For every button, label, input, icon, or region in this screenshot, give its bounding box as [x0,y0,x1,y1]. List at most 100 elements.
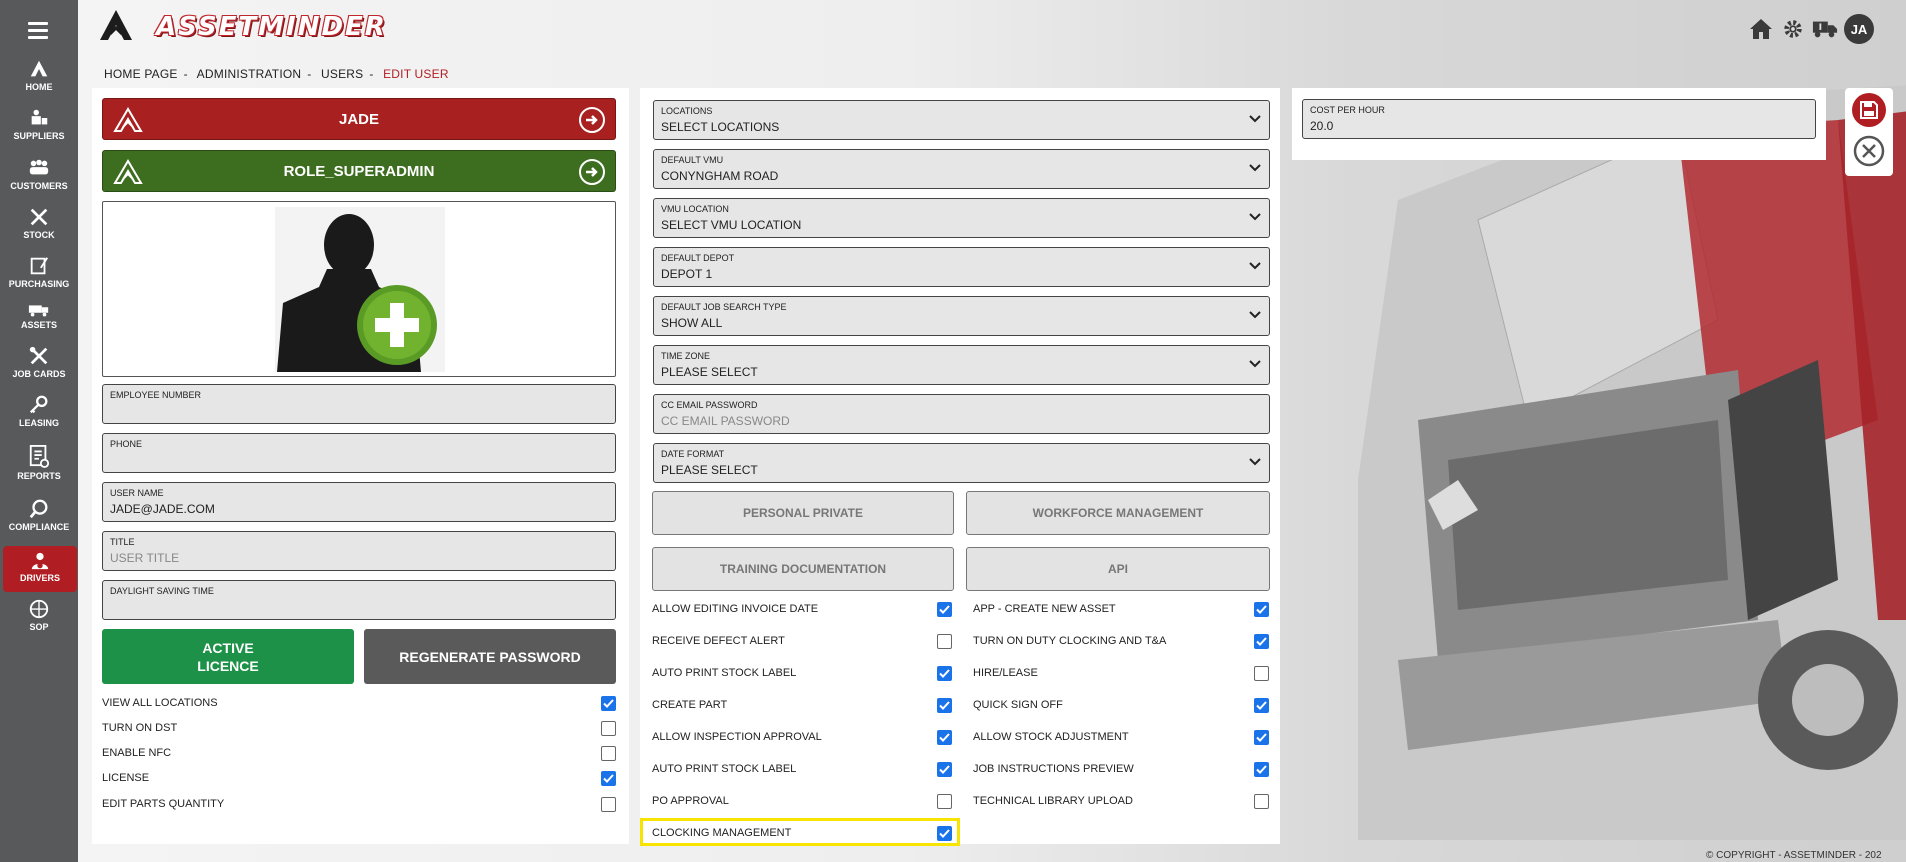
check-row-allow-editing-invoice-date: ALLOW EDITING INVOICE DATE [652,599,952,619]
field-label: TITLE [110,537,135,547]
sop-icon [29,599,49,619]
date-format-select[interactable]: DATE FORMAT PLEASE SELECT [653,443,1270,483]
default-depot-select[interactable]: DEFAULT DEPOT DEPOT 1 [653,247,1270,287]
sidebar-item-sop[interactable]: SOP [0,598,78,632]
gear-icon[interactable] [1780,16,1806,42]
user-role-banner[interactable]: ROLE_SUPERADMIN [102,150,616,192]
field-value: SHOW ALL [661,316,723,330]
check-row-turn-on-duty-clocking: TURN ON DUTY CLOCKING AND T&A [973,631,1269,651]
active-licence-button[interactable]: ACTIVE LICENCE [102,629,354,684]
checkbox[interactable] [601,695,616,711]
title-field[interactable]: TITLE USER TITLE [102,531,616,571]
breadcrumb: HOME PAGE - ADMINISTRATION - USERS - EDIT U… [104,67,449,81]
stock-icon [30,208,48,226]
sidebar-item-home[interactable]: HOME [0,58,78,92]
time-zone-select[interactable]: TIME ZONE PLEASE SELECT [653,345,1270,385]
sidebar-item-suppliers[interactable]: SUPPLIERS [0,107,78,141]
cost-panel: COST PER HOUR 20.0 [1292,88,1826,160]
breadcrumb-home[interactable]: HOME PAGE [104,67,178,81]
sidebar-item-customers[interactable]: CUSTOMERS [0,157,78,191]
sidebar-item-assets[interactable]: ASSETS [0,302,78,330]
save-button[interactable] [1852,93,1886,127]
training-documentation-button[interactable]: TRAINING DOCUMENTATION [652,547,954,591]
sidebar-item-purchasing[interactable]: PURCHASING [0,255,78,289]
logo-mark-icon [100,10,132,40]
checkbox[interactable] [601,796,616,812]
field-label: VMU LOCATION [661,204,729,214]
save-icon [1860,101,1878,119]
button-label-line1: ACTIVE [202,639,254,656]
profile-photo-upload[interactable] [102,201,616,377]
vmu-location-select[interactable]: VMU LOCATION SELECT VMU LOCATION [653,198,1270,238]
checkbox[interactable] [601,745,616,761]
check-label: TECHNICAL LIBRARY UPLOAD [973,795,1133,807]
checkbox[interactable] [1254,793,1269,809]
sidebar-item-label: CUSTOMERS [10,181,68,191]
field-value: PLEASE SELECT [661,365,758,379]
checkbox[interactable] [1254,761,1269,777]
truck-image [1358,85,1906,840]
user-name-banner[interactable]: JADE [102,98,616,140]
checkbox[interactable] [937,665,952,681]
check-row-app-create-new-asset: APP - CREATE NEW ASSET [973,599,1269,619]
checkbox[interactable] [1254,601,1269,617]
field-placeholder: USER TITLE [110,551,180,565]
check-row-enable-nfc: ENABLE NFC [102,743,616,763]
regenerate-password-button[interactable]: REGENERATE PASSWORD [364,629,616,684]
breadcrumb-administration[interactable]: ADMINISTRATION [197,67,302,81]
phone-field[interactable]: PHONE [102,433,616,473]
field-value: SELECT LOCATIONS [661,120,780,134]
sidebar-item-drivers[interactable]: DRIVERS [3,546,77,592]
truck-info-icon[interactable] [1812,16,1838,42]
job-cards-icon [29,346,48,365]
checkbox[interactable] [937,729,952,745]
user-avatar[interactable]: JA [1844,14,1874,44]
arrow-right-icon[interactable] [579,107,605,133]
home-icon[interactable] [1748,16,1774,42]
check-row-allow-stock-adjustment: ALLOW STOCK ADJUSTMENT [973,727,1269,747]
sidebar-item-compliance[interactable]: COMPLIANCE [0,498,78,532]
checkbox[interactable] [1254,633,1269,649]
checkbox[interactable] [937,633,952,649]
workforce-management-button[interactable]: WORKFORCE MANAGEMENT [966,491,1270,535]
check-row-view-all-locations: VIEW ALL LOCATIONS [102,693,616,713]
sidebar-item-stock[interactable]: STOCK [0,206,78,240]
default-vmu-select[interactable]: DEFAULT VMU CONYNGHAM ROAD [653,149,1270,189]
cost-per-hour-field[interactable]: COST PER HOUR 20.0 [1302,99,1816,139]
checkbox[interactable] [601,770,616,786]
breadcrumb-users[interactable]: USERS [321,67,363,81]
user-name-field[interactable]: USER NAME JADE@JADE.COM [102,482,616,522]
sidebar-item-job-cards[interactable]: JOB CARDS [0,345,78,379]
field-label: LOCATIONS [661,106,713,116]
daylight-saving-time-field[interactable]: DAYLIGHT SAVING TIME [102,580,616,620]
checkbox[interactable] [937,601,952,617]
arrow-right-icon[interactable] [579,159,605,185]
checkbox[interactable] [1254,665,1269,681]
checkbox[interactable] [1254,697,1269,713]
employee-number-field[interactable]: EMPLOYEE NUMBER [102,384,616,424]
check-label: LICENSE [102,772,150,784]
default-job-search-type-select[interactable]: DEFAULT JOB SEARCH TYPE SHOW ALL [653,296,1270,336]
check-row-auto-print-stock-label: AUTO PRINT STOCK LABEL [652,663,952,683]
checkbox[interactable] [601,720,616,736]
checkbox[interactable] [937,793,952,809]
sidebar-item-label: ASSETS [20,320,57,330]
locations-select[interactable]: LOCATIONS SELECT LOCATIONS [653,100,1270,140]
cancel-button[interactable] [1852,134,1886,168]
check-label: JOB INSTRUCTIONS PREVIEW [973,763,1134,775]
api-button[interactable]: API [966,547,1270,591]
logo-text: ASSETMINDER [156,12,387,42]
chevron-down-icon [1249,311,1261,319]
close-icon [1853,135,1885,167]
checkbox[interactable] [1254,729,1269,745]
checkbox[interactable] [937,697,952,713]
sidebar-item-reports[interactable]: REPORTS [0,443,78,481]
cc-email-password-field[interactable]: CC EMAIL PASSWORD CC EMAIL PASSWORD [653,394,1270,434]
sidebar-item-label: REPORTS [17,471,61,481]
personal-private-button[interactable]: PERSONAL PRIVATE [652,491,954,535]
checkbox[interactable] [937,761,952,777]
field-label: DEFAULT JOB SEARCH TYPE [661,302,787,312]
sidebar-item-leasing[interactable]: LEASING [0,394,78,428]
menu-icon[interactable] [28,22,48,43]
user-role-text: ROLE_SUPERADMIN [283,162,435,180]
